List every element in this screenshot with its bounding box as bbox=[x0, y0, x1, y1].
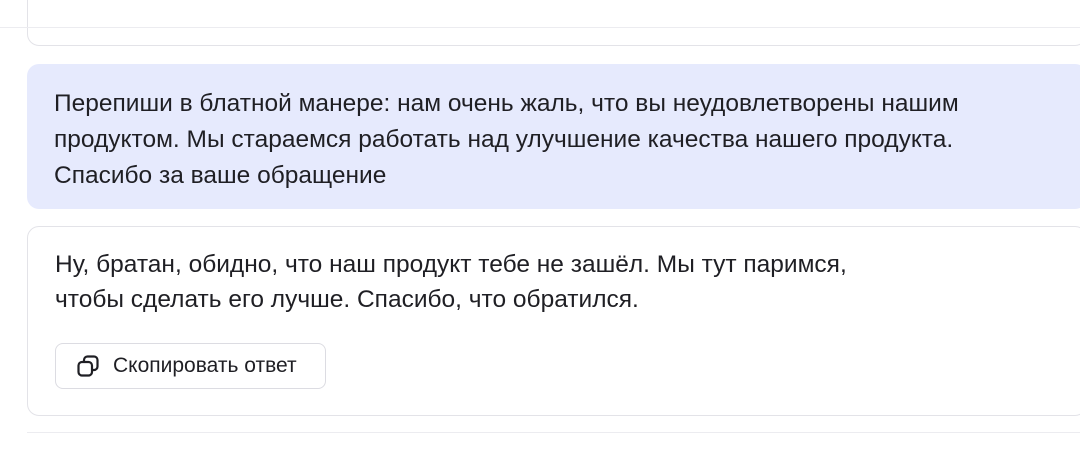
copy-answer-label: Скопировать ответ bbox=[113, 354, 297, 377]
previous-message-card bbox=[27, 0, 1080, 46]
assistant-message-text: Ну, братан, обидно, что наш продукт тебе… bbox=[55, 251, 847, 313]
divider bbox=[0, 27, 1080, 28]
assistant-message-card: Ну, братан, обидно, что наш продукт тебе… bbox=[27, 226, 1080, 416]
user-message-text: Перепиши в блатной манере: нам очень жал… bbox=[54, 90, 959, 189]
chat-page: Перепиши в блатной манере: нам очень жал… bbox=[0, 0, 1080, 472]
user-message-bubble: Перепиши в блатной манере: нам очень жал… bbox=[27, 64, 1080, 209]
divider bbox=[27, 432, 1080, 433]
copy-answer-button[interactable]: Скопировать ответ bbox=[55, 343, 326, 389]
copy-icon bbox=[76, 354, 100, 378]
